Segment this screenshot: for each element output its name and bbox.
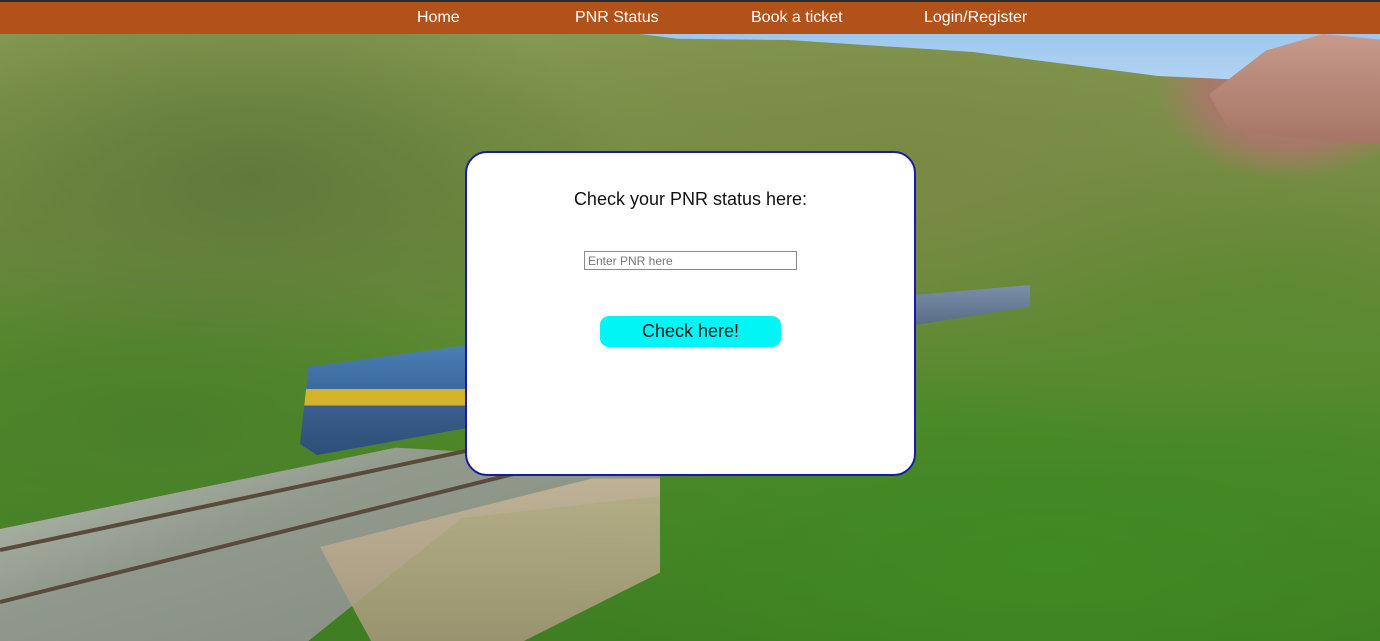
page: Home PNR Status Book a ticket Login/Regi… [0, 0, 1380, 641]
nav-home-link[interactable]: Home [417, 2, 460, 34]
train-locomotive [300, 345, 470, 455]
pnr-input[interactable] [584, 251, 797, 270]
pnr-status-card: Check your PNR status here: Check here! [465, 151, 916, 476]
nav-book-ticket-link[interactable]: Book a ticket [751, 2, 843, 34]
nav-login-register-link[interactable]: Login/Register [924, 2, 1027, 34]
pnr-card-title: Check your PNR status here: [573, 189, 808, 209]
train-coaches [915, 285, 1030, 325]
check-pnr-button[interactable]: Check here! [600, 316, 781, 347]
top-navbar: Home PNR Status Book a ticket Login/Regi… [0, 0, 1380, 34]
nav-pnr-status-link[interactable]: PNR Status [575, 2, 659, 34]
